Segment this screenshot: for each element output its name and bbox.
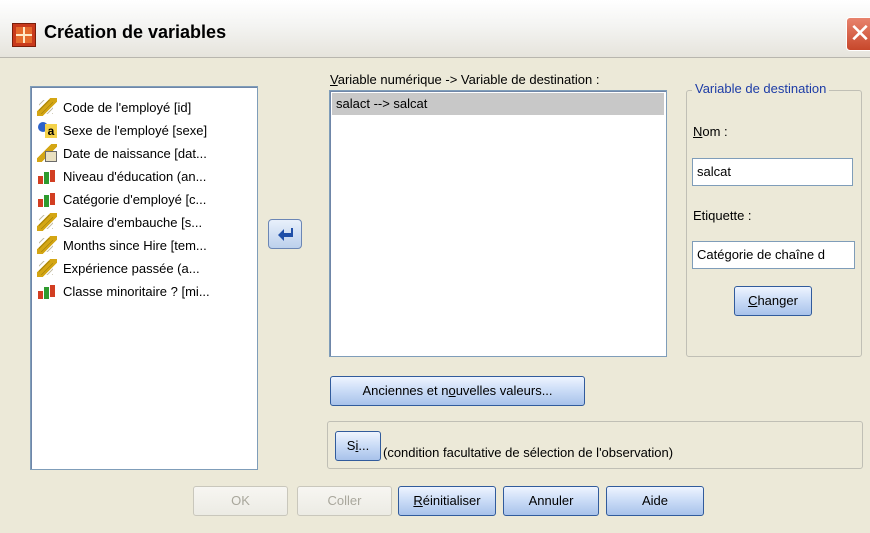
destination-group-legend: Variable de destination <box>692 81 830 96</box>
list-item[interactable]: Salaire d'embauche [s... <box>37 211 202 233</box>
list-item-label: Date de naissance [dat... <box>63 145 207 161</box>
ruler-icon <box>37 259 57 277</box>
app-icon <box>12 23 36 47</box>
ruler-icon <box>37 236 57 254</box>
list-item[interactable]: Sexe de l'employé [sexe] <box>37 119 207 141</box>
mapping-list[interactable]: salact --> salcat <box>329 90 667 357</box>
list-item[interactable]: Classe minoritaire ? [mi... <box>37 280 210 302</box>
list-item[interactable]: Code de l'employé [id] <box>37 96 191 118</box>
list-item-label: Catégorie d'employé [c... <box>63 191 207 207</box>
ordinal-icon <box>37 190 57 208</box>
if-button[interactable]: Si... <box>335 431 381 461</box>
list-item-label: Classe minoritaire ? [mi... <box>63 283 210 299</box>
reset-button[interactable]: Réinitialiser <box>398 486 496 516</box>
label-field[interactable]: Catégorie de chaîne d <box>692 241 855 269</box>
label-label: Etiquette : <box>693 208 752 223</box>
arrow-left-icon <box>278 228 293 241</box>
list-item-label: Months since Hire [tem... <box>63 237 207 253</box>
mapping-list-label: Variable numérique -> Variable de destin… <box>330 72 600 87</box>
list-item[interactable]: Date de naissance [dat... <box>37 142 207 164</box>
nominal-icon <box>37 121 57 139</box>
dialog-window: Création de variables ✕ Code de l'employ… <box>0 0 870 533</box>
list-item-label: Sexe de l'employé [sexe] <box>63 122 208 138</box>
list-item-label: Code de l'employé [id] <box>63 99 192 115</box>
list-item-label: Expérience passée (a... <box>63 260 200 276</box>
cancel-button[interactable]: Annuler <box>503 486 599 516</box>
paste-button[interactable]: Coller <box>297 486 392 516</box>
name-field[interactable]: salcat <box>692 158 853 186</box>
ok-button[interactable]: OK <box>193 486 288 516</box>
ordinal-icon <box>37 282 57 300</box>
window-title: Création de variables <box>44 22 227 42</box>
change-button[interactable]: Changer <box>734 286 812 316</box>
name-label: Nom : <box>693 124 728 139</box>
source-variable-list[interactable]: Code de l'employé [id] Sexe de l'employé… <box>30 86 258 470</box>
list-item[interactable]: Expérience passée (a... <box>37 257 200 279</box>
list-item[interactable]: Niveau d'éducation (an... <box>37 165 206 187</box>
condition-text: (condition facultative de sélection de l… <box>383 445 674 460</box>
move-arrow-button[interactable] <box>268 219 302 249</box>
list-item[interactable]: Catégorie d'employé [c... <box>37 188 206 210</box>
list-item-label: Niveau d'éducation (an... <box>63 168 207 184</box>
ordinal-icon <box>37 167 57 185</box>
help-button[interactable]: Aide <box>606 486 704 516</box>
list-item-label: Salaire d'embauche [s... <box>63 214 203 230</box>
list-item[interactable]: salact --> salcat <box>332 93 664 115</box>
ruler-icon <box>37 213 57 231</box>
close-button[interactable]: ✕ <box>846 17 870 51</box>
date-icon <box>37 144 57 162</box>
ruler-icon <box>37 98 57 116</box>
title-bar: Création de variables ✕ <box>0 0 870 58</box>
list-item[interactable]: Months since Hire [tem... <box>37 234 207 256</box>
old-new-values-button[interactable]: Anciennes et nouvelles valeurs... <box>330 376 585 406</box>
